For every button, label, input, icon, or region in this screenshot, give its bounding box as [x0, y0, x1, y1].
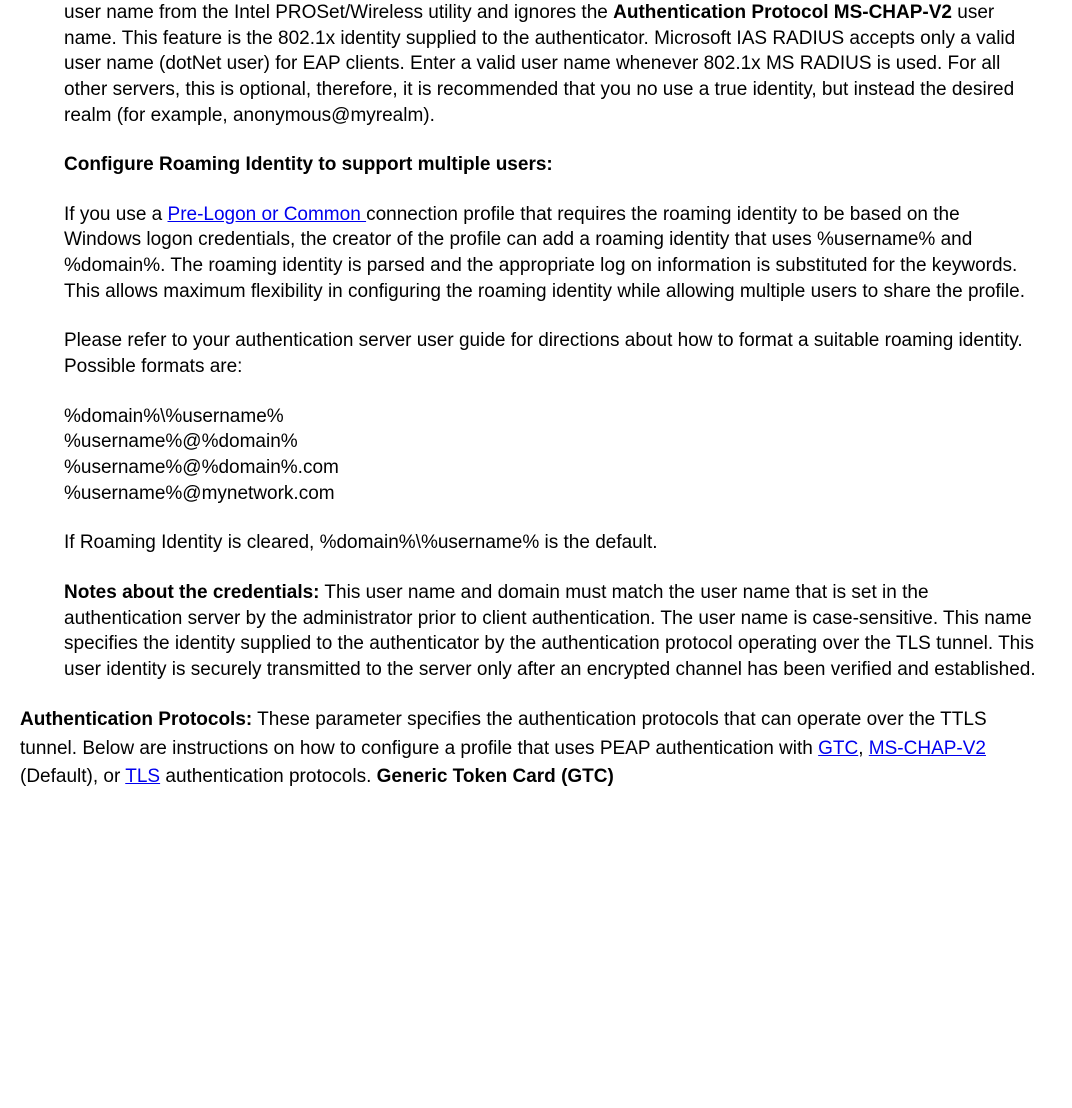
text-bold: Authentication Protocols: [20, 709, 252, 730]
format-list: %domain%\%username% %username%@%domain% … [64, 404, 1042, 507]
paragraph-credentials-notes: Notes about the credentials: This user n… [64, 580, 1042, 683]
text-bold: Generic Token Card (GTC) [377, 766, 614, 787]
text-segment: If you use a [64, 204, 168, 225]
text-segment: , [858, 738, 869, 759]
format-item: %domain%\%username% [64, 404, 1042, 430]
paragraph-auth-protocol: user name from the Intel PROSet/Wireless… [64, 0, 1042, 128]
paragraph-auth-protocols: Authentication Protocols: These paramete… [20, 706, 1042, 792]
format-item: %username%@mynetwork.com [64, 481, 1042, 507]
format-item: %username%@%domain%.com [64, 455, 1042, 481]
paragraph-refer-guide: Please refer to your authentication serv… [64, 328, 1042, 379]
paragraph-default: If Roaming Identity is cleared, %domain%… [64, 530, 1042, 556]
link-gtc[interactable]: GTC [818, 738, 858, 759]
paragraph-roaming-identity: If you use a Pre-Logon or Common connect… [64, 202, 1042, 305]
text-bold: Notes about the credentials: [64, 582, 320, 603]
link-mschapv2[interactable]: MS-CHAP-V2 [869, 738, 986, 759]
link-pre-logon[interactable]: Pre-Logon or Common [168, 204, 367, 225]
text-segment: authentication protocols. [160, 766, 377, 787]
link-tls[interactable]: TLS [125, 766, 160, 787]
format-item: %username%@%domain% [64, 429, 1042, 455]
text-segment: (Default), or [20, 766, 125, 787]
text-bold: Authentication Protocol MS-CHAP-V2 [613, 2, 952, 23]
text-segment: user name from the Intel PROSet/Wireless… [64, 2, 613, 23]
heading-configure-roaming: Configure Roaming Identity to support mu… [64, 152, 1042, 178]
